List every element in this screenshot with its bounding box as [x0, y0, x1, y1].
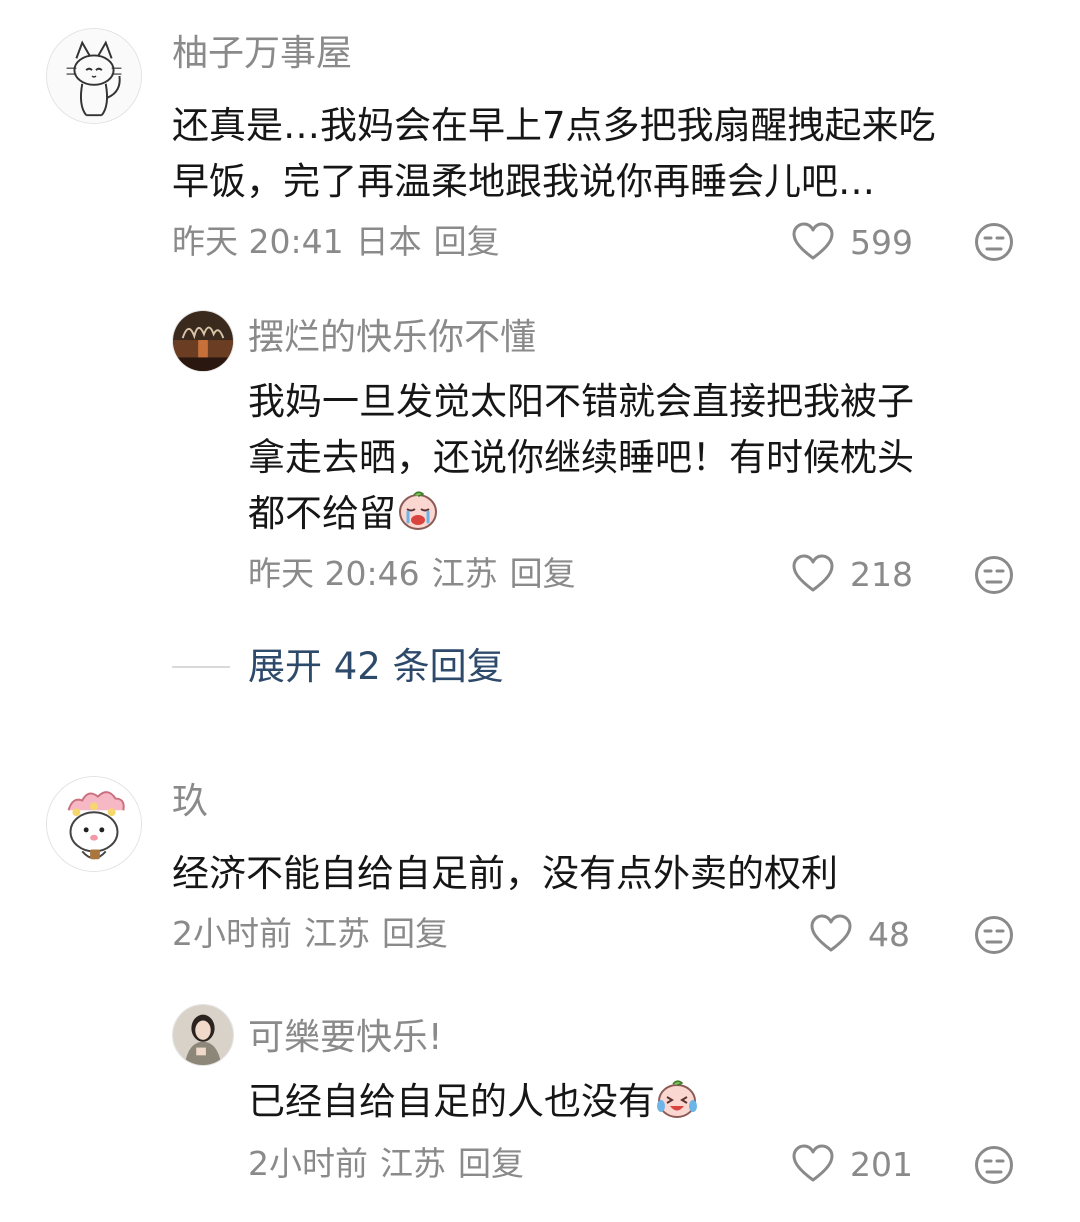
- reply-text-content: 已经自给自足的人也没有: [248, 1080, 655, 1123]
- unamused-face-icon: [975, 1146, 1013, 1184]
- unamused-face-icon: [975, 556, 1013, 594]
- dislike-button[interactable]: [974, 1145, 1014, 1185]
- heart-icon: [792, 1144, 834, 1182]
- heart-icon: [792, 554, 834, 592]
- reply-user-name[interactable]: 摆烂的快乐你不懂: [248, 316, 536, 360]
- pink-flower-character-avatar-icon: [47, 777, 141, 871]
- crying-emoji-icon: [396, 488, 440, 532]
- comment-time: 2小时前: [172, 914, 292, 953]
- reply-location: 江苏: [380, 1144, 446, 1183]
- expand-replies-label: 展开 42 条回复: [248, 645, 504, 688]
- reply-button[interactable]: 回复: [382, 914, 448, 953]
- expand-replies-button[interactable]: 展开 42 条回复: [172, 642, 504, 692]
- cat-sketch-avatar-icon: [47, 29, 141, 123]
- reply-button[interactable]: 回复: [458, 1144, 524, 1183]
- comment-meta: 2小时前 江苏 回复: [172, 912, 460, 956]
- comment-location: 日本: [355, 222, 422, 261]
- dark-photo-avatar-icon: [173, 311, 233, 371]
- dislike-button[interactable]: [974, 222, 1014, 262]
- reply-meta: 昨天 20:46 江苏 回复: [248, 552, 588, 596]
- reply-avatar[interactable]: [172, 310, 234, 372]
- heart-icon: [792, 222, 834, 260]
- like-count: 599: [850, 222, 913, 262]
- reply-text: 我妈一旦发觉太阳不错就会直接把我被子 拿走去晒，还说你继续睡吧！有时候枕头 都不…: [248, 374, 1038, 542]
- comment-time: 昨天 20:41: [172, 222, 344, 261]
- comment-location: 江苏: [304, 914, 370, 953]
- reply-button[interactable]: 回复: [510, 554, 576, 593]
- comment-meta: 昨天 20:41 日本 回复: [172, 220, 512, 264]
- reply-user-name[interactable]: 可樂要快乐!: [248, 1016, 442, 1060]
- user-avatar[interactable]: [46, 28, 142, 124]
- comment-text: 还真是…我妈会在早上7点多把我扇醒拽起来吃 早饭，完了再温柔地跟我说你再睡会儿吧…: [172, 104, 936, 203]
- reply-avatar[interactable]: [172, 1004, 234, 1066]
- like-count: 218: [850, 554, 913, 594]
- expand-divider: [172, 666, 230, 668]
- girl-photo-avatar-icon: [173, 1005, 233, 1065]
- reply-location: 江苏: [431, 554, 498, 593]
- like-button[interactable]: 599: [792, 220, 913, 264]
- reply-time: 2小时前: [248, 1144, 368, 1183]
- reply-time: 昨天 20:46: [248, 554, 420, 593]
- reply-text-content: 我妈一旦发觉太阳不错就会直接把我被子 拿走去晒，还说你继续睡吧！有时候枕头 都不…: [248, 380, 914, 535]
- like-button[interactable]: 201: [792, 1142, 913, 1186]
- like-button[interactable]: 218: [792, 552, 913, 596]
- user-name[interactable]: 柚子万事屋: [172, 32, 352, 76]
- comment-text: 经济不能自给自足前，没有点外卖的权利: [172, 852, 838, 895]
- dislike-button[interactable]: [974, 915, 1014, 955]
- reply-text: 已经自给自足的人也没有: [248, 1074, 1038, 1130]
- dislike-button[interactable]: [974, 555, 1014, 595]
- like-button[interactable]: 48: [810, 912, 910, 956]
- unamused-face-icon: [975, 223, 1013, 261]
- laughing-crying-emoji-icon: [655, 1076, 699, 1120]
- user-avatar[interactable]: [46, 776, 142, 872]
- heart-icon: [810, 914, 852, 952]
- reply-meta: 2小时前 江苏 回复: [248, 1142, 536, 1186]
- unamused-face-icon: [975, 916, 1013, 954]
- user-name[interactable]: 玖: [172, 780, 208, 824]
- like-count: 201: [850, 1144, 913, 1184]
- like-count: 48: [868, 914, 910, 954]
- reply-button[interactable]: 回复: [434, 222, 500, 261]
